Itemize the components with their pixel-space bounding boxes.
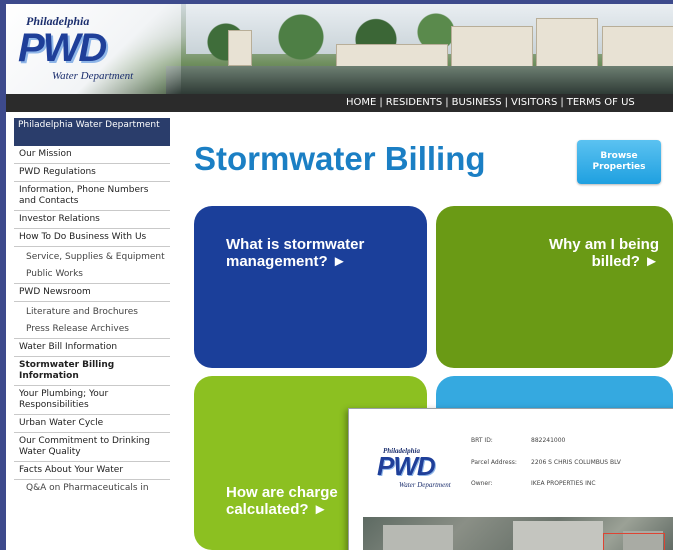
sidebar-subitem-literature[interactable]: Literature and Brochures [14,302,170,321]
parcel-preview-card[interactable]: Philadelphia PWD Water Department BRT ID… [348,408,673,550]
sidebar-heading[interactable]: Philadelphia Water Department [14,118,170,146]
sidebar-item-contacts[interactable]: Information, Phone Numbers and Contacts [14,182,170,211]
sidebar-subitem-service-supplies[interactable]: Service, Supplies & Equipment [14,247,170,266]
nav-business[interactable]: BUSINESS [452,97,502,108]
sidebar-item-water-bill[interactable]: Water Bill Information [14,339,170,357]
header-river [166,66,673,94]
sidebar-item-investor-relations[interactable]: Investor Relations [14,211,170,229]
nav-terms[interactable]: TERMS OF US [567,97,635,108]
nav-separator: | [445,97,449,108]
sidebar-item-drinking-water[interactable]: Our Commitment to Drinking Water Quality [14,433,170,462]
map-building [383,525,453,550]
top-navigation: HOME | RESIDENTS | BUSINESS | VISITORS | TERMS O… [6,94,673,112]
card-field-parcel-address: Parcel Address: 2206 S CHRIS COLUMBUS BLV [471,459,621,466]
header-building [336,44,448,68]
card-field-brt-id: BRT ID: 882241000 [471,437,565,444]
sidebar-subitem-public-works[interactable]: Public Works [14,266,170,284]
header-building [602,26,673,68]
browse-properties-button[interactable]: Browse Properties [577,140,661,184]
nav-separator: | [379,97,383,108]
nav-residents[interactable]: RESIDENTS [386,97,443,108]
logo-dept-text: Water Department [52,70,134,82]
field-value: IKEA PROPERTIES INC [531,480,596,487]
sidebar-item-stormwater-billing[interactable]: Stormwater Billing Information [14,357,170,386]
sidebar-subitem-press-archives[interactable]: Press Release Archives [14,321,170,339]
sidebar-item-water-cycle[interactable]: Urban Water Cycle [14,415,170,433]
field-value: 882241000 [531,437,566,444]
tile-label: Why am I being billed? ► [548,236,659,270]
page-frame: Philadelphia PWD Water Department HOME | R… [6,4,673,550]
header-building [228,30,252,66]
sidebar-item-newsroom[interactable]: PWD Newsroom [14,284,170,302]
tile-why-billed[interactable]: Why am I being billed? ► [436,206,673,368]
map-building [513,521,603,550]
sidebar-item-facts[interactable]: Facts About Your Water [14,462,170,480]
card-logo-pwd-text: PWD [377,451,436,481]
sidebar-item-pwd-regulations[interactable]: PWD Regulations [14,164,170,182]
card-logo-dept-text: Water Department [399,481,451,489]
tile-label: What is stormwater management? ► [226,236,365,270]
header-building [451,26,533,68]
field-value: 2206 S CHRIS COLUMBUS BLV [531,459,621,466]
tile-label: How are charge calculated? ► [226,484,338,518]
site-header: Philadelphia PWD Water Department HOME | R… [6,4,673,112]
sidebar-item-do-business[interactable]: How To Do Business With Us [14,229,170,247]
nav-home[interactable]: HOME [346,97,376,108]
pwd-logo[interactable]: Philadelphia PWD Water Department [6,4,181,94]
sidebar-item-our-mission[interactable]: Our Mission [14,146,170,164]
header-building [536,18,598,68]
field-key: Owner: [471,480,493,487]
sidebar: Philadelphia Water Department Our Missio… [14,118,170,497]
nav-separator: | [504,97,508,108]
parcel-boundary [603,533,665,550]
logo-pwd-text: PWD [18,26,107,70]
sidebar-subitem-pharmaceuticals[interactable]: Q&A on Pharmaceuticals in [14,480,170,497]
field-key: Parcel Address: [471,459,517,466]
aerial-map-image [363,517,673,550]
sidebar-item-plumbing[interactable]: Your Plumbing; Your Responsibilities [14,386,170,415]
page-title: Stormwater Billing [194,140,486,177]
nav-separator: | [560,97,564,108]
nav-visitors[interactable]: VISITORS [511,97,557,108]
tile-what-is-stormwater[interactable]: What is stormwater management? ► [194,206,427,368]
card-field-owner: Owner: IKEA PROPERTIES INC [471,480,596,487]
field-key: BRT ID: [471,437,493,444]
